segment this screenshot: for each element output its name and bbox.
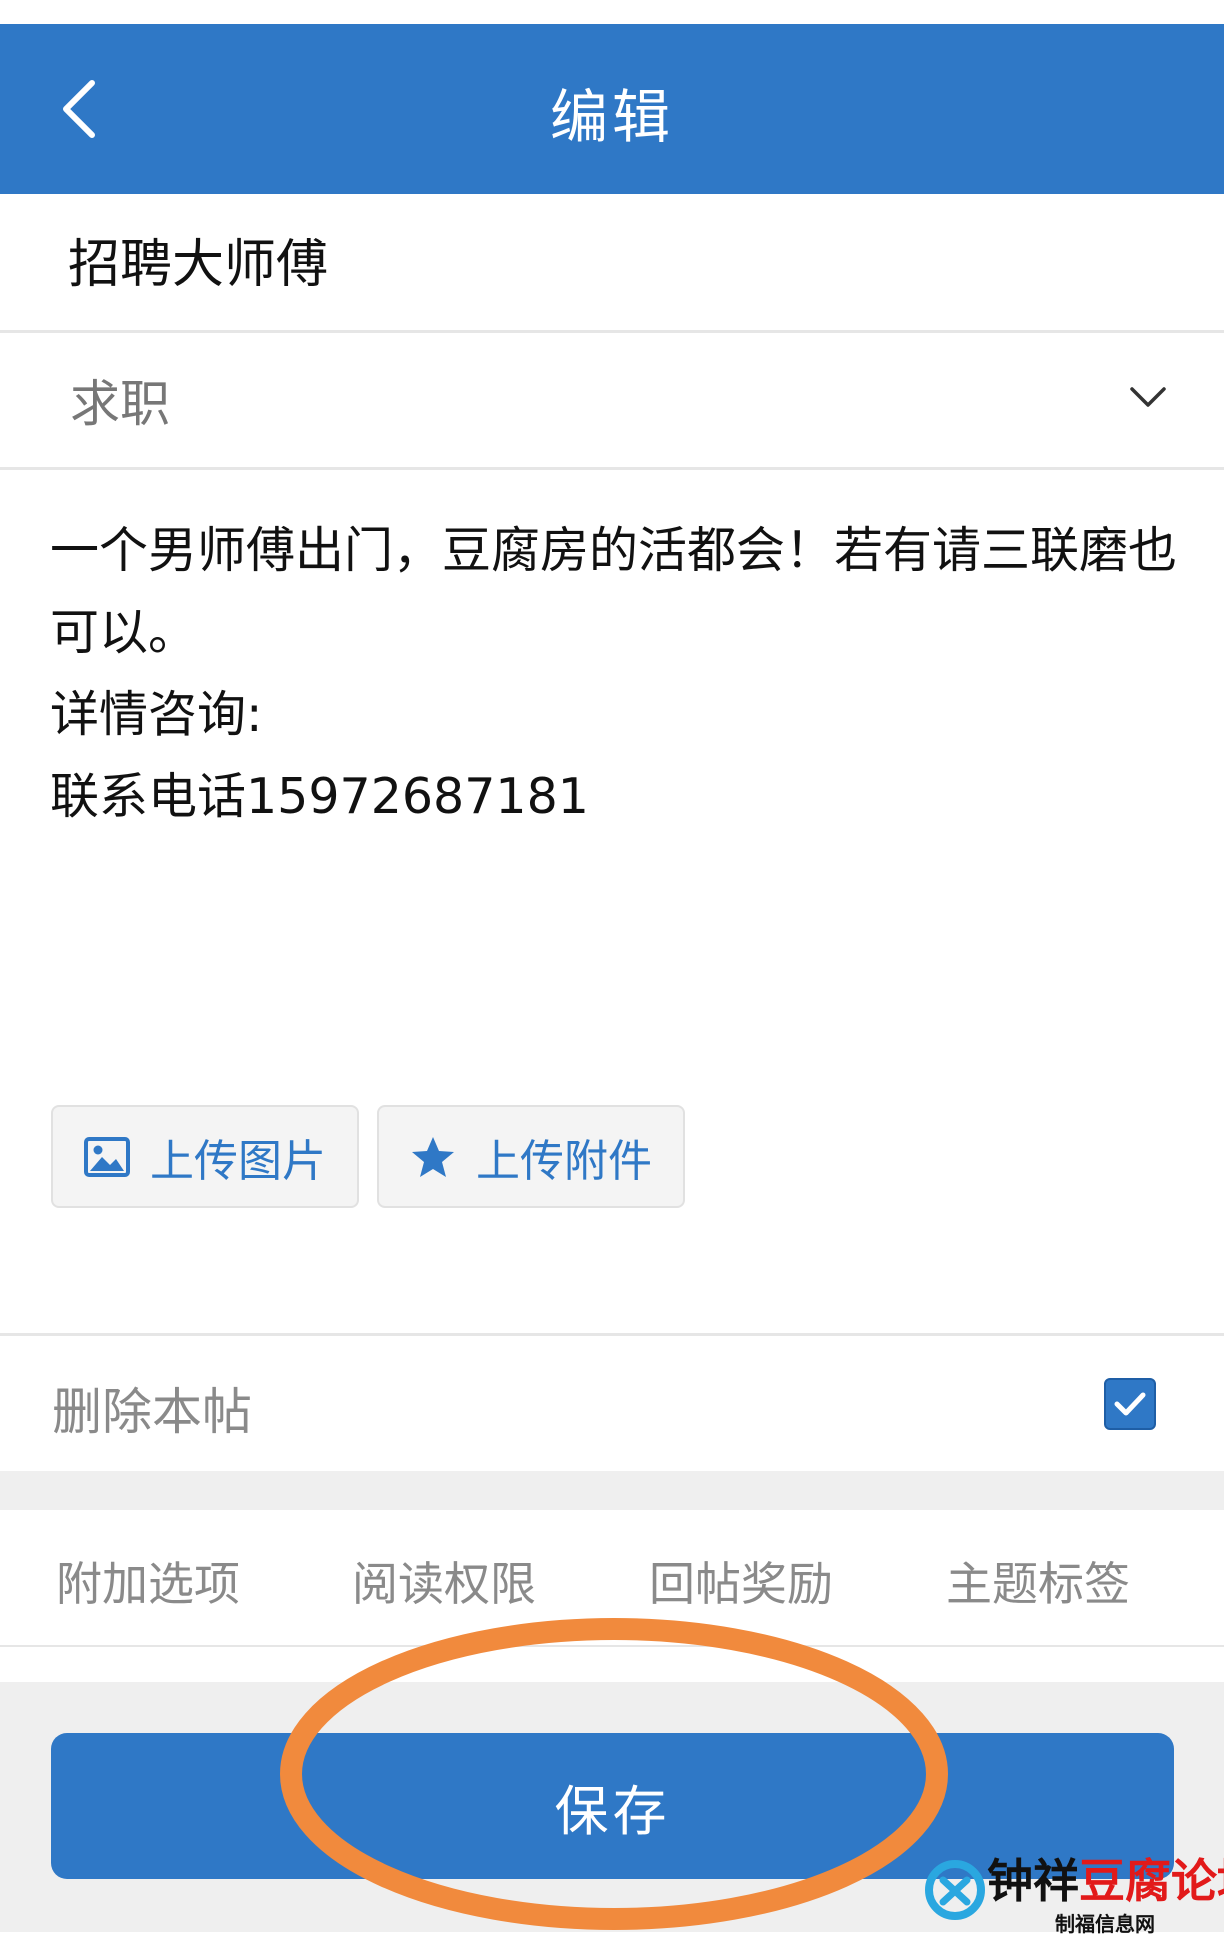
tab-topic-tags[interactable]: 主题标签 [946,1548,1130,1614]
watermark-logo: 钟祥豆腐论坛 制福信息网 [925,1852,1224,1936]
save-label: 保存 [554,1779,671,1843]
upload-image-button[interactable]: 上传图片 [51,1105,359,1208]
image-icon [84,1136,130,1177]
options-tabs: 附加选项 阅读权限 回帖奖励 主题标签 [0,1510,1224,1645]
section-gap [0,1471,1224,1510]
delete-post-checkbox[interactable] [1104,1378,1156,1430]
divider [0,467,1224,470]
post-content-textarea[interactable]: 一个男师傅出门，豆腐房的活都会！若有请三联磨也可以。 详情咨询: 联系电话159… [50,510,1180,830]
status-strip [0,0,1224,24]
upload-attachment-button[interactable]: 上传附件 [377,1105,685,1208]
post-title-input[interactable] [68,224,1168,294]
chevron-down-icon [1130,387,1166,407]
page-title: 编辑 [549,83,674,151]
tab-extra-options[interactable]: 附加选项 [56,1548,240,1614]
watermark-text: 钟祥 [987,1854,1079,1908]
upload-attachment-label: 上传附件 [476,1135,652,1187]
checkmark-icon [1114,1392,1146,1416]
tab-read-permission[interactable]: 阅读权限 [352,1548,536,1614]
star-icon [410,1135,456,1179]
category-select[interactable]: 求职 [0,333,1224,468]
divider [0,1645,1224,1647]
tab-reply-reward[interactable]: 回帖奖励 [649,1548,833,1614]
watermark-subtext: 制福信息网 [1055,1912,1155,1936]
delete-post-row: 删除本帖 [0,1336,1224,1471]
app-header: 编辑 [0,24,1224,194]
category-value: 求职 [70,375,170,433]
upload-image-label: 上传图片 [150,1135,326,1187]
delete-post-label: 删除本帖 [52,1383,252,1441]
